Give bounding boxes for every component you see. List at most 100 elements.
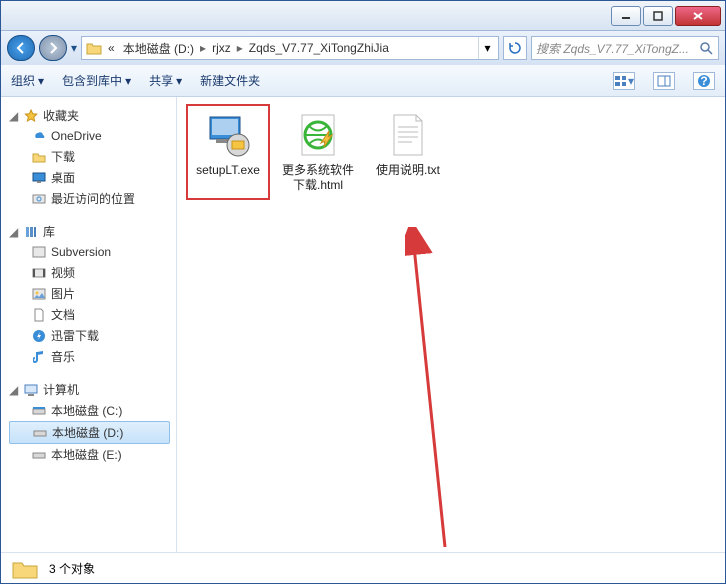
sidebar-item-drive-d[interactable]: 本地磁盘 (D:) [9, 421, 170, 444]
include-label: 包含到库中 [62, 72, 122, 89]
collapse-icon: ◢ [9, 383, 19, 397]
sidebar-item-drive-c[interactable]: 本地磁盘 (C:) [9, 400, 176, 421]
computer-group: ◢ 计算机 本地磁盘 (C:) 本地磁盘 (D:) 本地磁盘 (E:) [9, 379, 176, 465]
breadcrumb-item[interactable]: rjxz [208, 41, 235, 55]
chevron-down-icon: ▾ [628, 74, 634, 88]
music-icon [31, 349, 47, 365]
pictures-icon [31, 286, 47, 302]
address-dropdown-icon[interactable]: ▾ [478, 37, 496, 59]
help-button[interactable]: ? [693, 72, 715, 90]
sidebar-item-onedrive[interactable]: OneDrive [9, 126, 176, 146]
favorites-label: 收藏夹 [43, 107, 79, 124]
status-bar: 3 个对象 [1, 552, 725, 584]
computer-icon [23, 382, 39, 398]
annotation-arrow [405, 227, 465, 557]
svn-icon [31, 244, 47, 260]
sidebar-item-xunlei[interactable]: 迅雷下载 [9, 325, 176, 346]
close-button[interactable] [675, 6, 721, 26]
preview-pane-button[interactable] [653, 72, 675, 90]
breadcrumb-ellipsis[interactable]: « [104, 41, 119, 55]
view-options-button[interactable]: ▾ [613, 72, 635, 90]
navigation-pane: ◢ 收藏夹 OneDrive 下载 桌面 最近访问的位置 ◢ 库 Subvers… [1, 97, 177, 552]
sidebar-item-subversion[interactable]: Subversion [9, 242, 176, 262]
computer-header[interactable]: ◢ 计算机 [9, 379, 176, 400]
installer-icon [204, 111, 252, 159]
sidebar-item-label: 迅雷下载 [51, 327, 99, 344]
file-label: 更多系统软件下载.html [281, 163, 355, 193]
newfolder-label: 新建文件夹 [200, 72, 260, 89]
sidebar-item-pictures[interactable]: 图片 [9, 283, 176, 304]
explorer-body: ◢ 收藏夹 OneDrive 下载 桌面 最近访问的位置 ◢ 库 Subvers… [1, 97, 725, 552]
maximize-button[interactable] [643, 6, 673, 26]
sidebar-item-label: Subversion [51, 245, 111, 259]
documents-icon [31, 307, 47, 323]
chevron-right-icon[interactable]: ▸ [237, 41, 243, 55]
minimize-button[interactable] [611, 6, 641, 26]
forward-button[interactable] [39, 35, 67, 61]
include-library-button[interactable]: 包含到库中 ▾ [62, 72, 131, 89]
command-toolbar: 组织 ▾ 包含到库中 ▾ 共享 ▾ 新建文件夹 ▾ ? [1, 65, 725, 97]
collapse-icon: ◢ [9, 225, 19, 239]
downloads-icon [31, 149, 47, 165]
sidebar-item-label: 桌面 [51, 169, 75, 186]
window-titlebar [1, 1, 725, 31]
sidebar-item-label: 图片 [51, 285, 75, 302]
organize-label: 组织 [11, 72, 35, 89]
star-icon [23, 108, 39, 124]
desktop-icon [31, 170, 47, 186]
drive-icon [31, 447, 47, 463]
sidebar-item-label: 本地磁盘 (E:) [51, 446, 122, 463]
chevron-down-icon: ▾ [38, 74, 44, 88]
back-button[interactable] [7, 35, 35, 61]
chevron-down-icon: ▾ [125, 74, 131, 88]
drive-icon [31, 403, 47, 419]
new-folder-button[interactable]: 新建文件夹 [200, 72, 260, 89]
svg-text:?: ? [700, 74, 707, 88]
organize-button[interactable]: 组织 ▾ [11, 72, 44, 89]
sidebar-item-videos[interactable]: 视频 [9, 262, 176, 283]
video-icon [31, 265, 47, 281]
library-icon [23, 224, 39, 240]
window-controls [611, 6, 721, 26]
file-label: setupLT.exe [196, 163, 260, 178]
folder-icon [86, 40, 102, 56]
sidebar-item-documents[interactable]: 文档 [9, 304, 176, 325]
refresh-button[interactable] [503, 36, 527, 60]
sidebar-item-recent[interactable]: 最近访问的位置 [9, 188, 176, 209]
share-button[interactable]: 共享 ▾ [149, 72, 182, 89]
recent-icon [31, 191, 47, 207]
search-input[interactable]: 搜索 Zqds_V7.77_XiTongZ... [531, 36, 719, 60]
libraries-group: ◢ 库 Subversion 视频 图片 文档 迅雷下载 音乐 [9, 221, 176, 367]
sidebar-item-label: 本地磁盘 (C:) [51, 402, 122, 419]
sidebar-item-label: 下载 [51, 148, 75, 165]
sidebar-item-label: 音乐 [51, 348, 75, 365]
file-item-setup-exe[interactable]: setupLT.exe [189, 107, 267, 197]
file-item-html[interactable]: 更多系统软件下载.html [279, 107, 357, 197]
sidebar-item-label: 视频 [51, 264, 75, 281]
cloud-icon [31, 128, 47, 144]
search-placeholder: 搜索 Zqds_V7.77_XiTongZ... [536, 40, 689, 57]
file-label: 使用说明.txt [376, 163, 440, 178]
xunlei-icon [31, 328, 47, 344]
sidebar-item-label: 最近访问的位置 [51, 190, 135, 207]
search-icon [698, 40, 714, 56]
sidebar-item-music[interactable]: 音乐 [9, 346, 176, 367]
html-icon [294, 111, 342, 159]
chevron-right-icon[interactable]: ▸ [200, 41, 206, 55]
chevron-down-icon: ▾ [176, 74, 182, 88]
file-list-pane[interactable]: setupLT.exe 更多系统软件下载.html 使用说明.txt [177, 97, 725, 552]
computer-label: 计算机 [43, 381, 79, 398]
breadcrumb-item[interactable]: Zqds_V7.77_XiTongZhiJia [245, 41, 393, 55]
sidebar-item-desktop[interactable]: 桌面 [9, 167, 176, 188]
libraries-header[interactable]: ◢ 库 [9, 221, 176, 242]
file-item-txt[interactable]: 使用说明.txt [369, 107, 447, 197]
file-grid: setupLT.exe 更多系统软件下载.html 使用说明.txt [189, 107, 713, 197]
collapse-icon: ◢ [9, 109, 19, 123]
breadcrumb-item[interactable]: 本地磁盘 (D:) [119, 40, 198, 57]
libraries-label: 库 [43, 223, 55, 240]
history-dropdown-icon[interactable]: ▾ [71, 41, 77, 55]
sidebar-item-downloads[interactable]: 下载 [9, 146, 176, 167]
sidebar-item-drive-e[interactable]: 本地磁盘 (E:) [9, 444, 176, 465]
favorites-header[interactable]: ◢ 收藏夹 [9, 105, 176, 126]
address-bar[interactable]: « 本地磁盘 (D:) ▸ rjxz ▸ Zqds_V7.77_XiTongZh… [81, 36, 499, 60]
